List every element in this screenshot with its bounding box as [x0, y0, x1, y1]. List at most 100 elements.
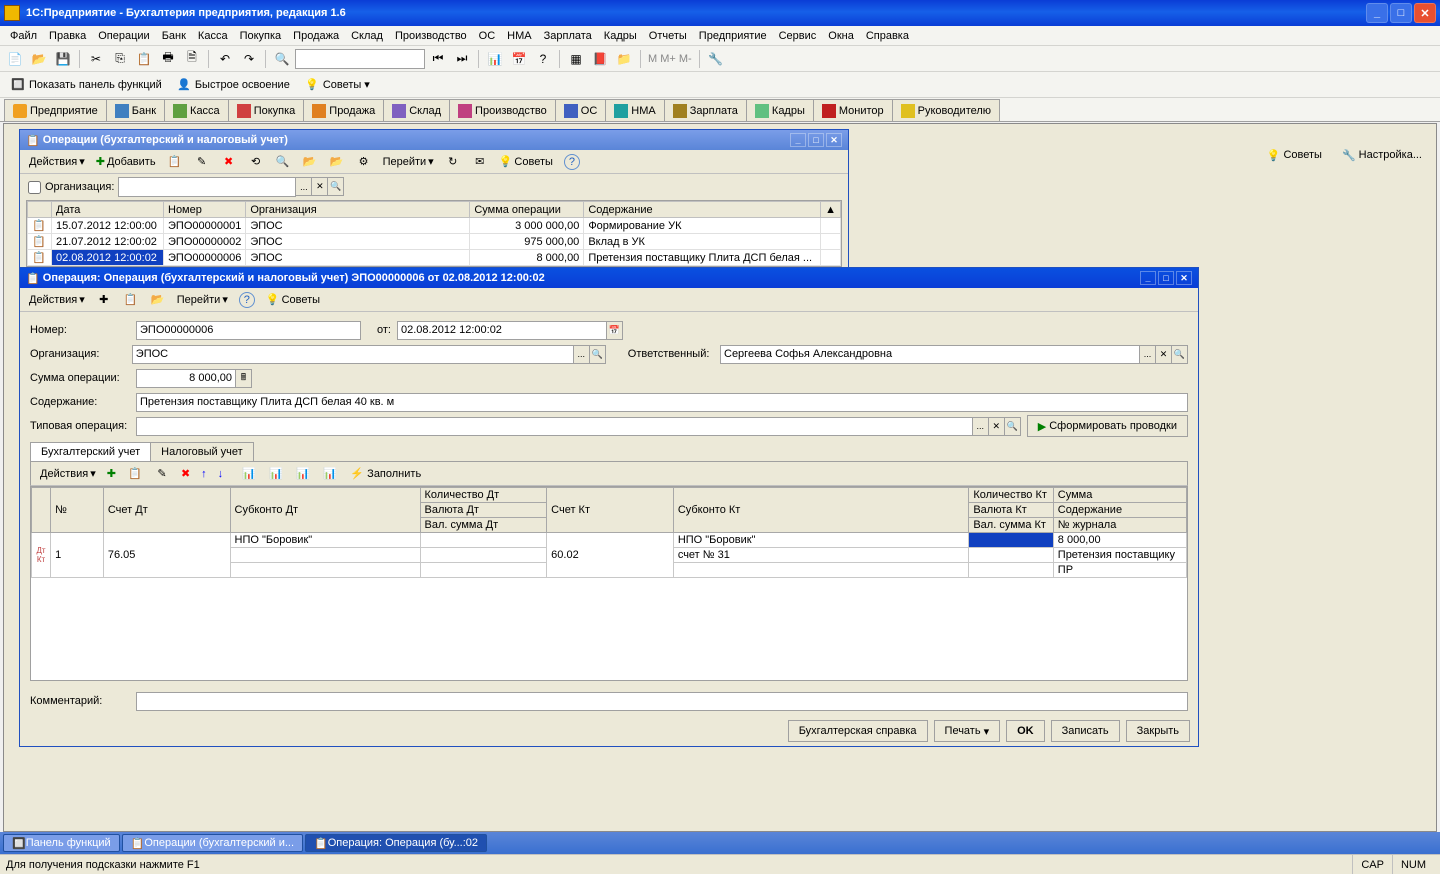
ok-button[interactable]: OK — [1006, 720, 1045, 742]
op-goto-button[interactable]: Перейти ▾ — [172, 290, 233, 310]
entries-grid[interactable]: № Счет Дт Субконто Дт Количество Дт Счет… — [30, 486, 1188, 681]
org-filter-checkbox[interactable] — [28, 181, 41, 194]
op-tips-button[interactable]: 💡Советы — [261, 290, 325, 310]
list-tb-5[interactable]: 🔍 — [270, 152, 296, 172]
minimize-button[interactable]: _ — [1366, 3, 1388, 23]
org-filter-clear[interactable]: ✕ — [312, 177, 328, 196]
list-goto-button[interactable]: Перейти ▾ — [378, 152, 439, 172]
inner-edit[interactable]: ✎ — [149, 464, 175, 484]
tab-os[interactable]: ОС — [555, 99, 607, 121]
tab-bank[interactable]: Банк — [106, 99, 165, 121]
inner-up[interactable]: ↑ — [196, 464, 212, 484]
grid-icon[interactable]: ▦ — [565, 48, 587, 70]
tab-bu[interactable]: Бухгалтерский учет — [30, 442, 151, 461]
menu-hr[interactable]: Кадры — [598, 28, 643, 44]
undo-icon[interactable]: ↶ — [214, 48, 236, 70]
tips-link[interactable]: 💡Советы — [1261, 144, 1328, 166]
resp-clear[interactable]: ✕ — [1156, 345, 1172, 364]
inner-i3[interactable]: 📊 — [290, 464, 316, 484]
comment-input[interactable] — [136, 692, 1188, 711]
org-filter-select[interactable]: ... — [296, 177, 312, 196]
content-input[interactable] — [136, 393, 1188, 412]
report-button[interactable]: Бухгалтерская справка — [788, 720, 928, 742]
grid-row[interactable]: 📋02.08.2012 12:00:02ЭПО00000006ЭПОС8 000… — [28, 250, 841, 266]
tools-icon[interactable]: 🔧 — [705, 48, 727, 70]
menu-reports[interactable]: Отчеты — [643, 28, 693, 44]
tab-enterprise[interactable]: Предприятие — [4, 99, 107, 121]
inner-add[interactable]: ✚ — [102, 464, 121, 484]
col-org[interactable]: Организация — [246, 202, 470, 218]
col-num[interactable]: Номер — [164, 202, 246, 218]
inner-i4[interactable]: 📊 — [317, 464, 343, 484]
menu-file[interactable]: Файл — [4, 28, 43, 44]
tab-monitor[interactable]: Монитор — [813, 99, 893, 121]
inner-fill[interactable]: ⚡Заполнить — [344, 464, 426, 484]
entry-row[interactable]: ДтКт 1 76.05 НПО "Боровик" 60.02 НПО "Бо… — [32, 533, 1187, 548]
date-input[interactable] — [397, 321, 607, 340]
op-tb-2[interactable]: 📋 — [118, 290, 144, 310]
list-tb-2[interactable]: ✎ — [189, 152, 215, 172]
typical-clear[interactable]: ✕ — [989, 417, 1005, 436]
col-icon[interactable] — [28, 202, 52, 218]
menu-salary[interactable]: Зарплата — [538, 28, 598, 44]
menu-sklad[interactable]: Склад — [345, 28, 389, 44]
menu-edit[interactable]: Правка — [43, 28, 92, 44]
cut-icon[interactable]: ✂ — [85, 48, 107, 70]
list-tb-7[interactable]: 📂 — [324, 152, 350, 172]
menu-buy[interactable]: Покупка — [234, 28, 288, 44]
inner-del[interactable]: ✖ — [176, 464, 195, 484]
menu-nma[interactable]: НМА — [501, 28, 537, 44]
col-sum[interactable]: Сумма операции — [470, 202, 584, 218]
menu-kassa[interactable]: Касса — [192, 28, 234, 44]
menu-enterprise[interactable]: Предприятие — [693, 28, 773, 44]
list-tb-1[interactable]: 📋 — [162, 152, 188, 172]
sum-input[interactable] — [136, 369, 236, 388]
tips-button[interactable]: 💡Советы ▾ — [298, 74, 376, 96]
org-filter-search[interactable]: 🔍 — [328, 177, 344, 196]
redo-icon[interactable]: ↷ — [238, 48, 260, 70]
inner-i1[interactable]: 📊 — [236, 464, 262, 484]
inner-actions[interactable]: Действия ▾ — [35, 464, 101, 484]
menu-windows[interactable]: Окна — [822, 28, 860, 44]
print-icon[interactable]: 🖶 — [157, 48, 179, 70]
resp-select[interactable]: ... — [1140, 345, 1156, 364]
help-icon[interactable]: ? — [532, 48, 554, 70]
op-actions-button[interactable]: Действия ▾ — [24, 290, 90, 310]
col-desc[interactable]: Содержание — [584, 202, 821, 218]
list-tb-10[interactable]: ✉ — [467, 152, 493, 172]
inner-down[interactable]: ↓ — [213, 464, 229, 484]
number-input[interactable] — [136, 321, 361, 340]
folder-icon[interactable]: 📁 — [613, 48, 635, 70]
tab-buy[interactable]: Покупка — [228, 99, 305, 121]
col-scroll[interactable]: ▲ — [821, 202, 841, 218]
tab-nma[interactable]: НМА — [605, 99, 664, 121]
find-icon[interactable]: 🔍 — [271, 48, 293, 70]
search-combo[interactable] — [295, 49, 425, 69]
list-max-button[interactable]: □ — [808, 133, 824, 147]
task-operation[interactable]: 📋 Операция: Операция (бу...:02 — [305, 834, 487, 852]
list-tb-6[interactable]: 📂 — [297, 152, 323, 172]
close-button[interactable]: Закрыть — [1126, 720, 1190, 742]
task-list[interactable]: 📋 Операции (бухгалтерский и... — [122, 834, 303, 852]
tab-sklad[interactable]: Склад — [383, 99, 450, 121]
inner-i2[interactable]: 📊 — [263, 464, 289, 484]
list-min-button[interactable]: _ — [790, 133, 806, 147]
menu-bank[interactable]: Банк — [156, 28, 192, 44]
tab-kassa[interactable]: Касса — [164, 99, 229, 121]
list-add-button[interactable]: ✚Добавить — [91, 152, 161, 172]
search-next-icon[interactable]: ⏭ — [451, 48, 473, 70]
inner-copy[interactable]: 📋 — [122, 464, 148, 484]
typical-select[interactable]: ... — [973, 417, 989, 436]
typical-search[interactable]: 🔍 — [1005, 417, 1021, 436]
list-tb-9[interactable]: ↻ — [440, 152, 466, 172]
preview-icon[interactable]: 🗎 — [181, 48, 203, 70]
copy-icon[interactable]: ⎘ — [109, 48, 131, 70]
org-search[interactable]: 🔍 — [590, 345, 606, 364]
org-input[interactable] — [132, 345, 574, 364]
op-min-button[interactable]: _ — [1140, 271, 1156, 285]
list-tips-button[interactable]: 💡Советы — [494, 152, 558, 172]
tab-nu[interactable]: Налоговый учет — [150, 442, 254, 461]
date-picker-icon[interactable]: 📅 — [607, 321, 623, 340]
form-entries-button[interactable]: ▶Сформировать проводки — [1027, 415, 1188, 437]
col-date[interactable]: Дата — [52, 202, 164, 218]
